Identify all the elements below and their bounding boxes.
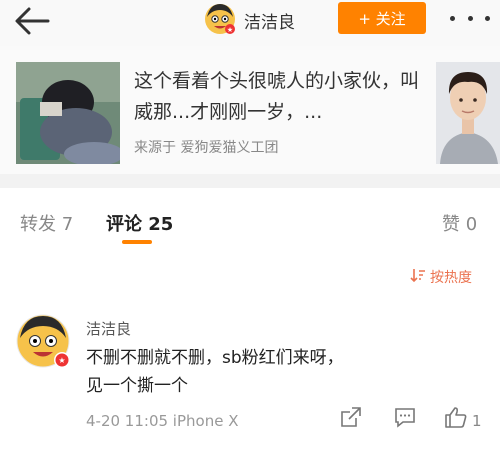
comment-text-line-1: 不删不删就不删，sb粉红们来呀， [86,348,344,368]
shared-post-card[interactable]: 这个看着个头很唬人的小家伙，叫威那...才刚刚一岁，... 来源于 爱狗爱猫义工… [0,46,500,174]
comment-item: ★ 洁洁良 不删不删就不删，sb粉红们来呀， 见一个撕一个 4-20 11:05… [0,298,500,449]
comment-text-line-2: 见一个撕一个 [86,376,188,396]
shared-post-title[interactable]: 这个看着个头很唬人的小家伙，叫威那...才刚刚一岁，... [134,66,424,128]
user-avatar[interactable]: ★ [204,3,236,35]
header-username[interactable]: 洁洁良 [244,8,295,33]
comment-author[interactable]: 洁洁良 [86,318,131,339]
section-divider [0,174,500,188]
like-count: 1 [472,412,482,430]
top-navigation-bar: ★ 洁洁良 + 关注 [0,0,500,46]
tab-repost[interactable]: 转发 7 [20,210,73,236]
comment-text: 不删不删就不删，sb粉红们来呀， 见一个撕一个 [86,344,406,400]
comment-meta: 4-20 11:05 iPhone X [86,412,239,430]
verified-badge-icon: ★ [54,352,70,368]
svg-text:★: ★ [227,26,233,34]
sort-icon [410,267,426,287]
svg-text:★: ★ [58,356,65,365]
sort-by-popularity-button[interactable]: 按热度 [410,267,472,287]
tab-comments[interactable]: 评论 25 [106,210,173,236]
interaction-tabs: 转发 7 评论 25 赞 0 [0,188,500,248]
share-icon[interactable] [340,406,362,432]
back-arrow-icon[interactable] [12,6,52,36]
more-dots-icon[interactable] [450,8,490,28]
reply-comment-icon[interactable] [394,406,416,432]
active-tab-indicator [122,240,152,244]
shared-post-source: 来源于 爱狗爱猫义工团 [134,140,279,156]
follow-button[interactable]: + 关注 [338,2,426,34]
like-thumb-icon[interactable] [444,406,468,432]
side-photo-thumbnail[interactable] [436,62,500,164]
shared-post-thumbnail [16,62,120,164]
sort-label: 按热度 [430,270,472,286]
tab-likes[interactable]: 赞 0 [442,210,477,236]
